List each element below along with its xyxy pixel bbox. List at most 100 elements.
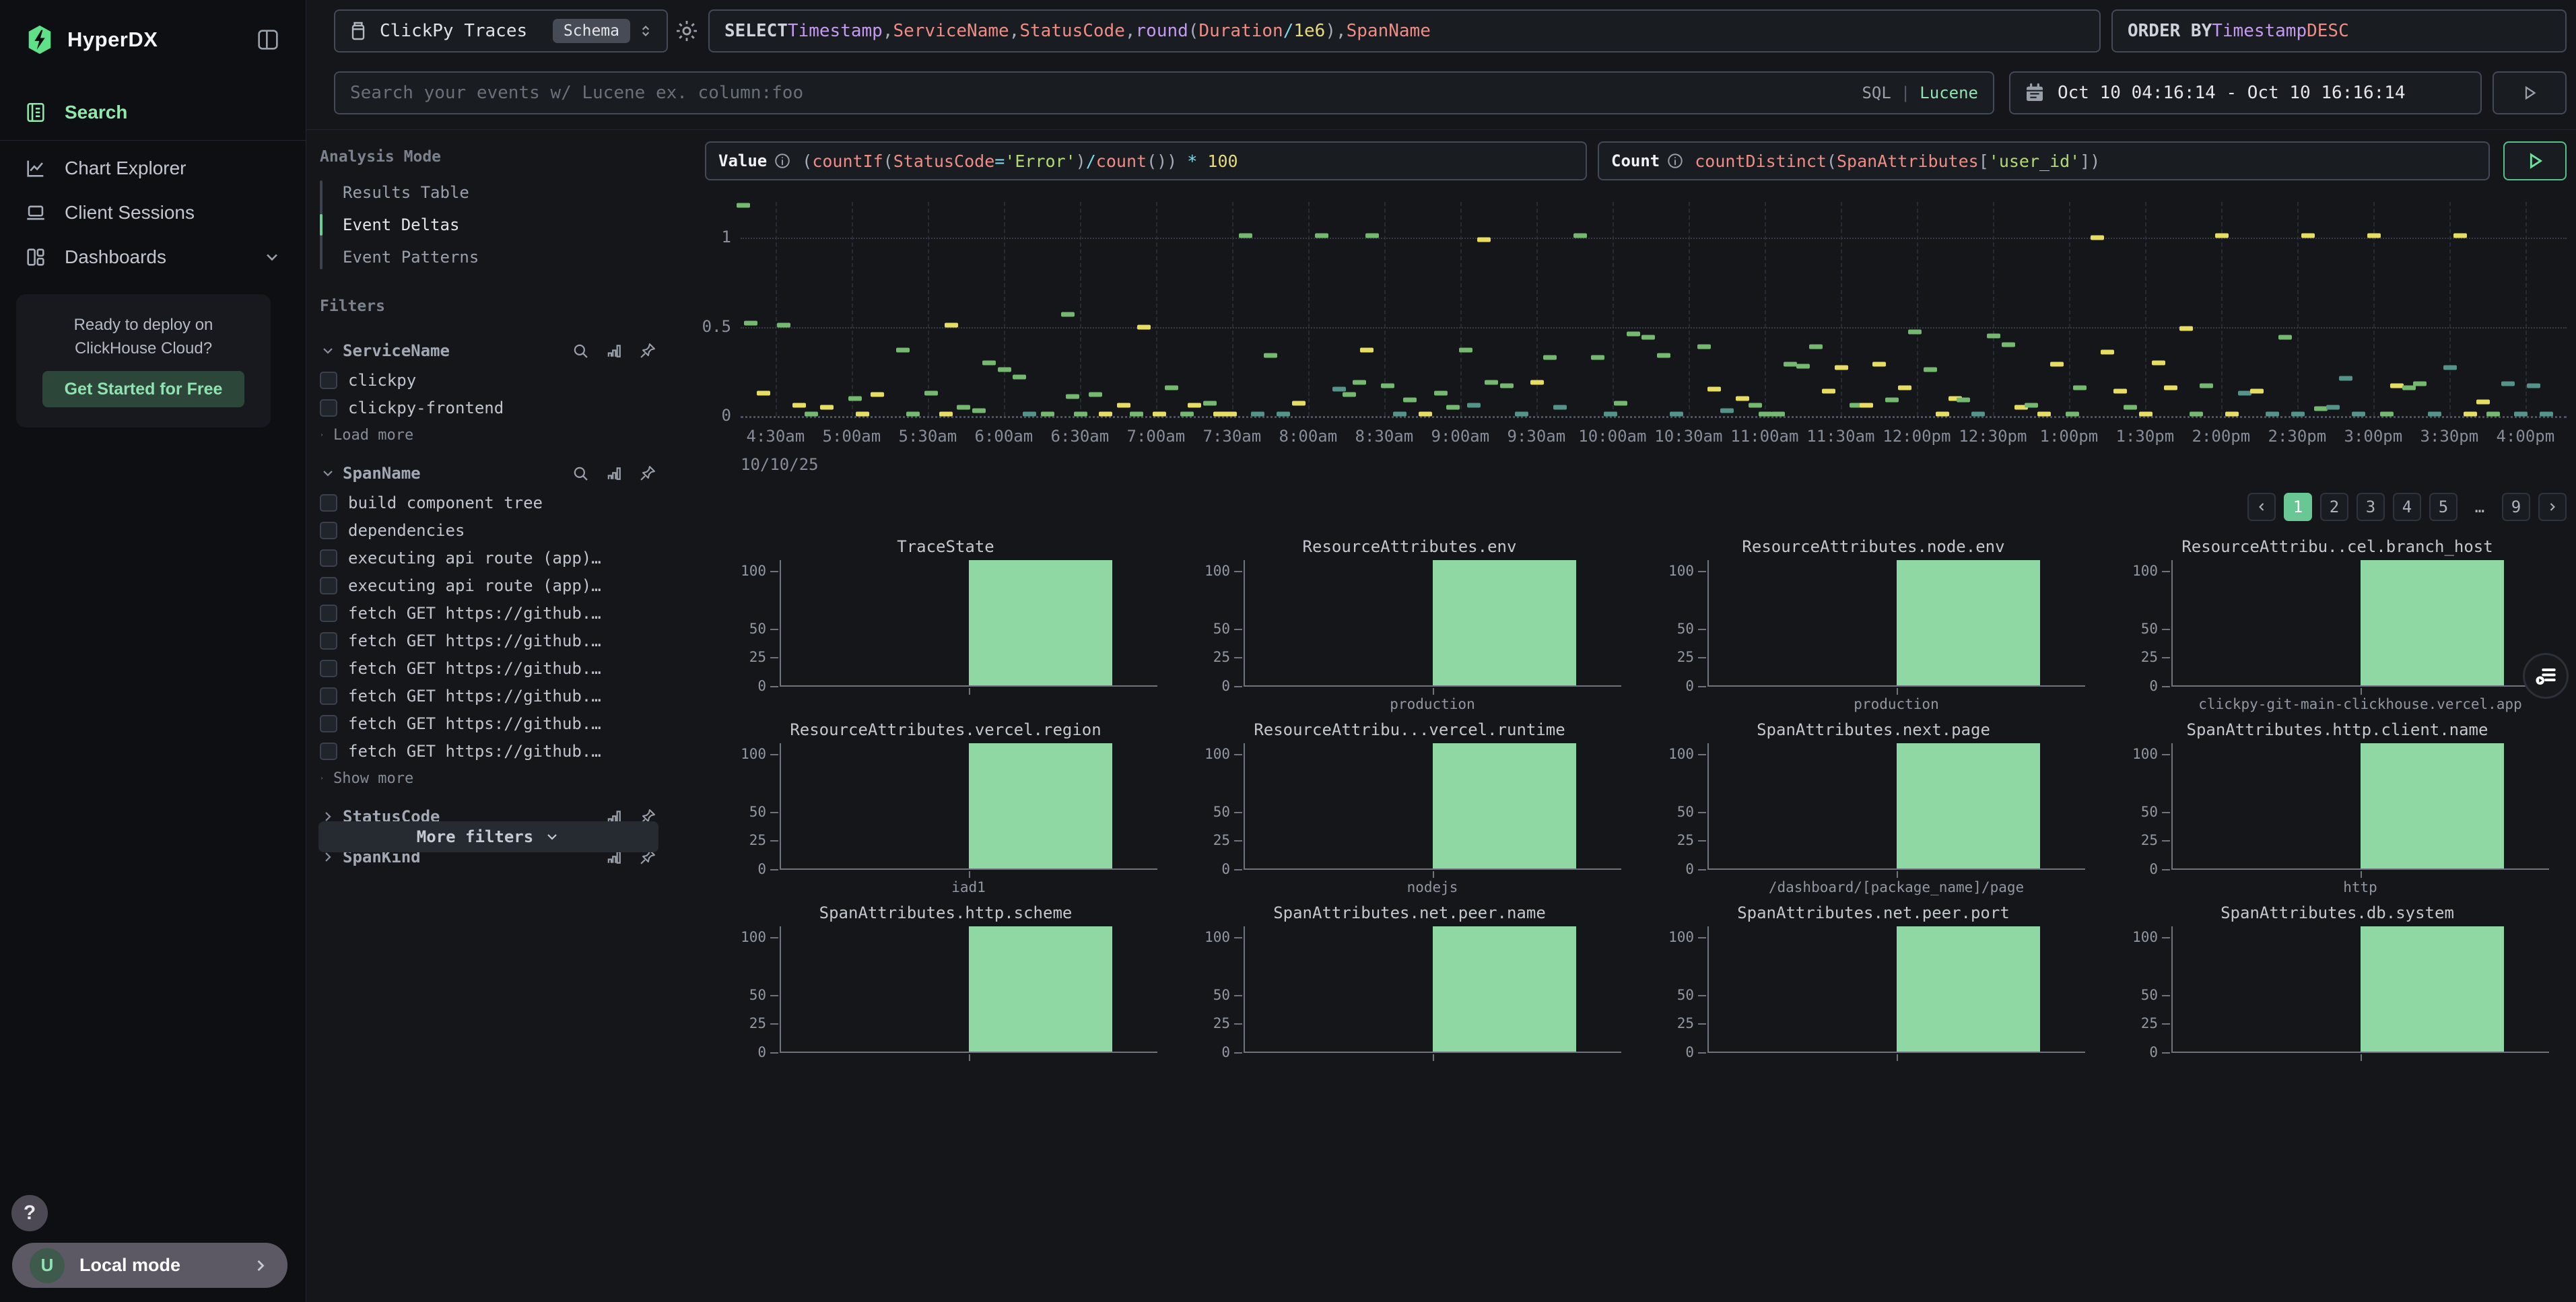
analysis-mode-tab-event-deltas[interactable]: Event Deltas [320,209,657,241]
data-point [2501,382,2515,386]
pin-icon[interactable] [638,341,657,360]
pagination-page-5[interactable]: 5 [2429,493,2458,521]
y-tick-label: 100 [1195,563,1230,579]
filter-checkbox-row[interactable]: fetch GET https://github.… [320,710,657,737]
load-more-link[interactable]: Load more [320,421,657,448]
filter-checkbox-row[interactable]: executing api route (app)… [320,544,657,572]
gridline-horizontal [741,238,2567,239]
language-toggle[interactable]: SQL | Lucene [1862,83,1978,102]
sidebar-item-dashboards[interactable]: Dashboards [0,235,306,279]
bar-chart-icon[interactable] [605,341,623,360]
filter-group-spanname[interactable]: SpanName [320,458,657,489]
sidebar-item-chart-explorer[interactable]: Chart Explorer [0,146,306,191]
filter-group-servicename[interactable]: ServiceName [320,335,657,366]
pagination-page-1[interactable]: 1 [2284,493,2312,521]
filter-checkbox-row[interactable]: fetch GET https://github.… [320,654,657,682]
analysis-mode-tab-results-table[interactable]: Results Table [320,176,657,209]
facet-chart[interactable]: SpanAttributes.db.system02550100clickhou… [2105,897,2569,1062]
data-point [1467,403,1481,408]
y-tick-label: 100 [1659,746,1694,762]
run-query-button[interactable] [2503,141,2567,180]
facet-chart[interactable]: SpanAttributes.http.client.name02550100h… [2105,714,2569,897]
checkbox[interactable] [320,522,337,539]
local-mode-button[interactable]: U Local mode [12,1243,287,1288]
pagination-next-button[interactable] [2538,493,2567,521]
facet-chart[interactable]: ResourceAttributes.node.env02550100produ… [1641,530,2105,714]
checkbox[interactable] [320,577,337,594]
link-label: Show more [333,770,413,787]
facet-chart[interactable]: SpanAttributes.net.peer.name02550100z5pr… [1178,897,1641,1062]
search-input[interactable] [350,83,1862,103]
pagination-page-9[interactable]: 9 [2502,493,2530,521]
facet-chart[interactable]: ResourceAttribu..cel.branch_host02550100… [2105,530,2569,714]
code-token: DESC [2307,21,2349,41]
search-icon[interactable] [571,464,590,483]
facet-chart[interactable]: ResourceAttribu...vercel.runtime02550100… [1178,714,1641,897]
filter-checkbox-row[interactable]: clickpy [320,366,657,394]
pin-icon[interactable] [638,464,657,483]
checkbox[interactable] [320,660,337,677]
facet-chart-title: ResourceAttribu...vercel.runtime [1195,720,1624,739]
y-tick [1234,840,1242,842]
search-run-button[interactable] [2493,71,2567,114]
filter-checkbox-row[interactable]: fetch GET https://github.… [320,682,657,710]
value-expression-input[interactable]: Value (countIf(StatusCode='Error')/count… [705,141,1587,180]
filter-checkbox-row[interactable]: dependencies [320,516,657,544]
filter-checkbox-row[interactable]: build component tree [320,489,657,516]
filter-checkbox-row[interactable]: executing api route (app)… [320,572,657,599]
source-select[interactable]: ClickPy Traces Schema [334,9,668,53]
sidebar-item-search[interactable]: Search [0,90,306,135]
more-filters-button[interactable]: More filters [318,821,658,852]
sql-mode-label[interactable]: SQL [1862,83,1891,102]
facet-chart[interactable]: ResourceAttributes.env02550100production [1178,530,1641,714]
help-button[interactable]: ? [11,1195,48,1231]
calendar-icon [2024,82,2045,104]
feedback-fab-button[interactable] [2523,653,2569,699]
sql-select-input[interactable]: SELECT Timestamp, ServiceName, StatusCod… [708,9,2101,53]
date-range-picker[interactable]: Oct 10 04:16:14 - Oct 10 16:16:14 [2009,71,2482,114]
facet-plot: 02550100/dashboard/[package_name]/page [1707,743,2085,870]
checkbox[interactable] [320,715,337,732]
lucene-mode-label[interactable]: Lucene [1920,83,1978,102]
analysis-mode-tab-event-patterns[interactable]: Event Patterns [320,241,657,273]
order-by-input[interactable]: ORDER BY Timestamp DESC [2111,9,2567,53]
code-token: = [994,151,1005,171]
show-more-link[interactable]: Show more [320,765,657,792]
checkbox[interactable] [320,399,337,417]
checkbox[interactable] [320,632,337,650]
checkbox[interactable] [320,743,337,760]
search-icon[interactable] [571,341,590,360]
x-tick [1897,1054,1898,1061]
bar-chart-icon[interactable] [605,464,623,483]
y-tick [1234,937,1242,938]
filter-checkbox-row[interactable]: fetch GET https://github.… [320,599,657,627]
get-started-button[interactable]: Get Started for Free [42,371,244,407]
sidebar-item-client-sessions[interactable]: Client Sessions [0,191,306,235]
pagination-page-2[interactable]: 2 [2320,493,2348,521]
y-tick-label: 50 [1195,987,1230,1003]
checkbox[interactable] [320,687,337,705]
event-deltas-chart[interactable]: 4:30am5:00am5:30am6:00am6:30am7:00am7:30… [741,202,2567,416]
schema-badge[interactable]: Schema [553,19,630,43]
laptop-icon [24,201,47,224]
pagination-page-4[interactable]: 4 [2393,493,2421,521]
facet-chart[interactable]: TraceState02550100 [714,530,1178,714]
filter-checkbox-row[interactable]: fetch GET https://github.… [320,627,657,654]
data-point [1971,412,1985,417]
source-settings-button[interactable] [668,9,706,53]
facet-chart[interactable]: SpanAttributes.next.page02550100/dashboa… [1641,714,2105,897]
checkbox[interactable] [320,605,337,622]
checkbox[interactable] [320,549,337,567]
filter-checkbox-row[interactable]: fetch GET https://github.… [320,737,657,765]
checkbox[interactable] [320,372,337,389]
x-axis-line [1707,1052,2085,1053]
facet-chart[interactable]: SpanAttributes.http.scheme02550100https [714,897,1178,1062]
count-expression-input[interactable]: Count countDistinct(SpanAttributes['user… [1598,141,2490,180]
pagination-prev-button[interactable] [2247,493,2276,521]
facet-chart[interactable]: ResourceAttributes.vercel.region02550100… [714,714,1178,897]
checkbox[interactable] [320,494,337,512]
filter-checkbox-row[interactable]: clickpy-frontend [320,394,657,421]
facet-chart[interactable]: SpanAttributes.net.peer.port025501008443 [1641,897,2105,1062]
pagination-page-3[interactable]: 3 [2357,493,2385,521]
sidebar-collapse-icon[interactable] [255,26,281,53]
